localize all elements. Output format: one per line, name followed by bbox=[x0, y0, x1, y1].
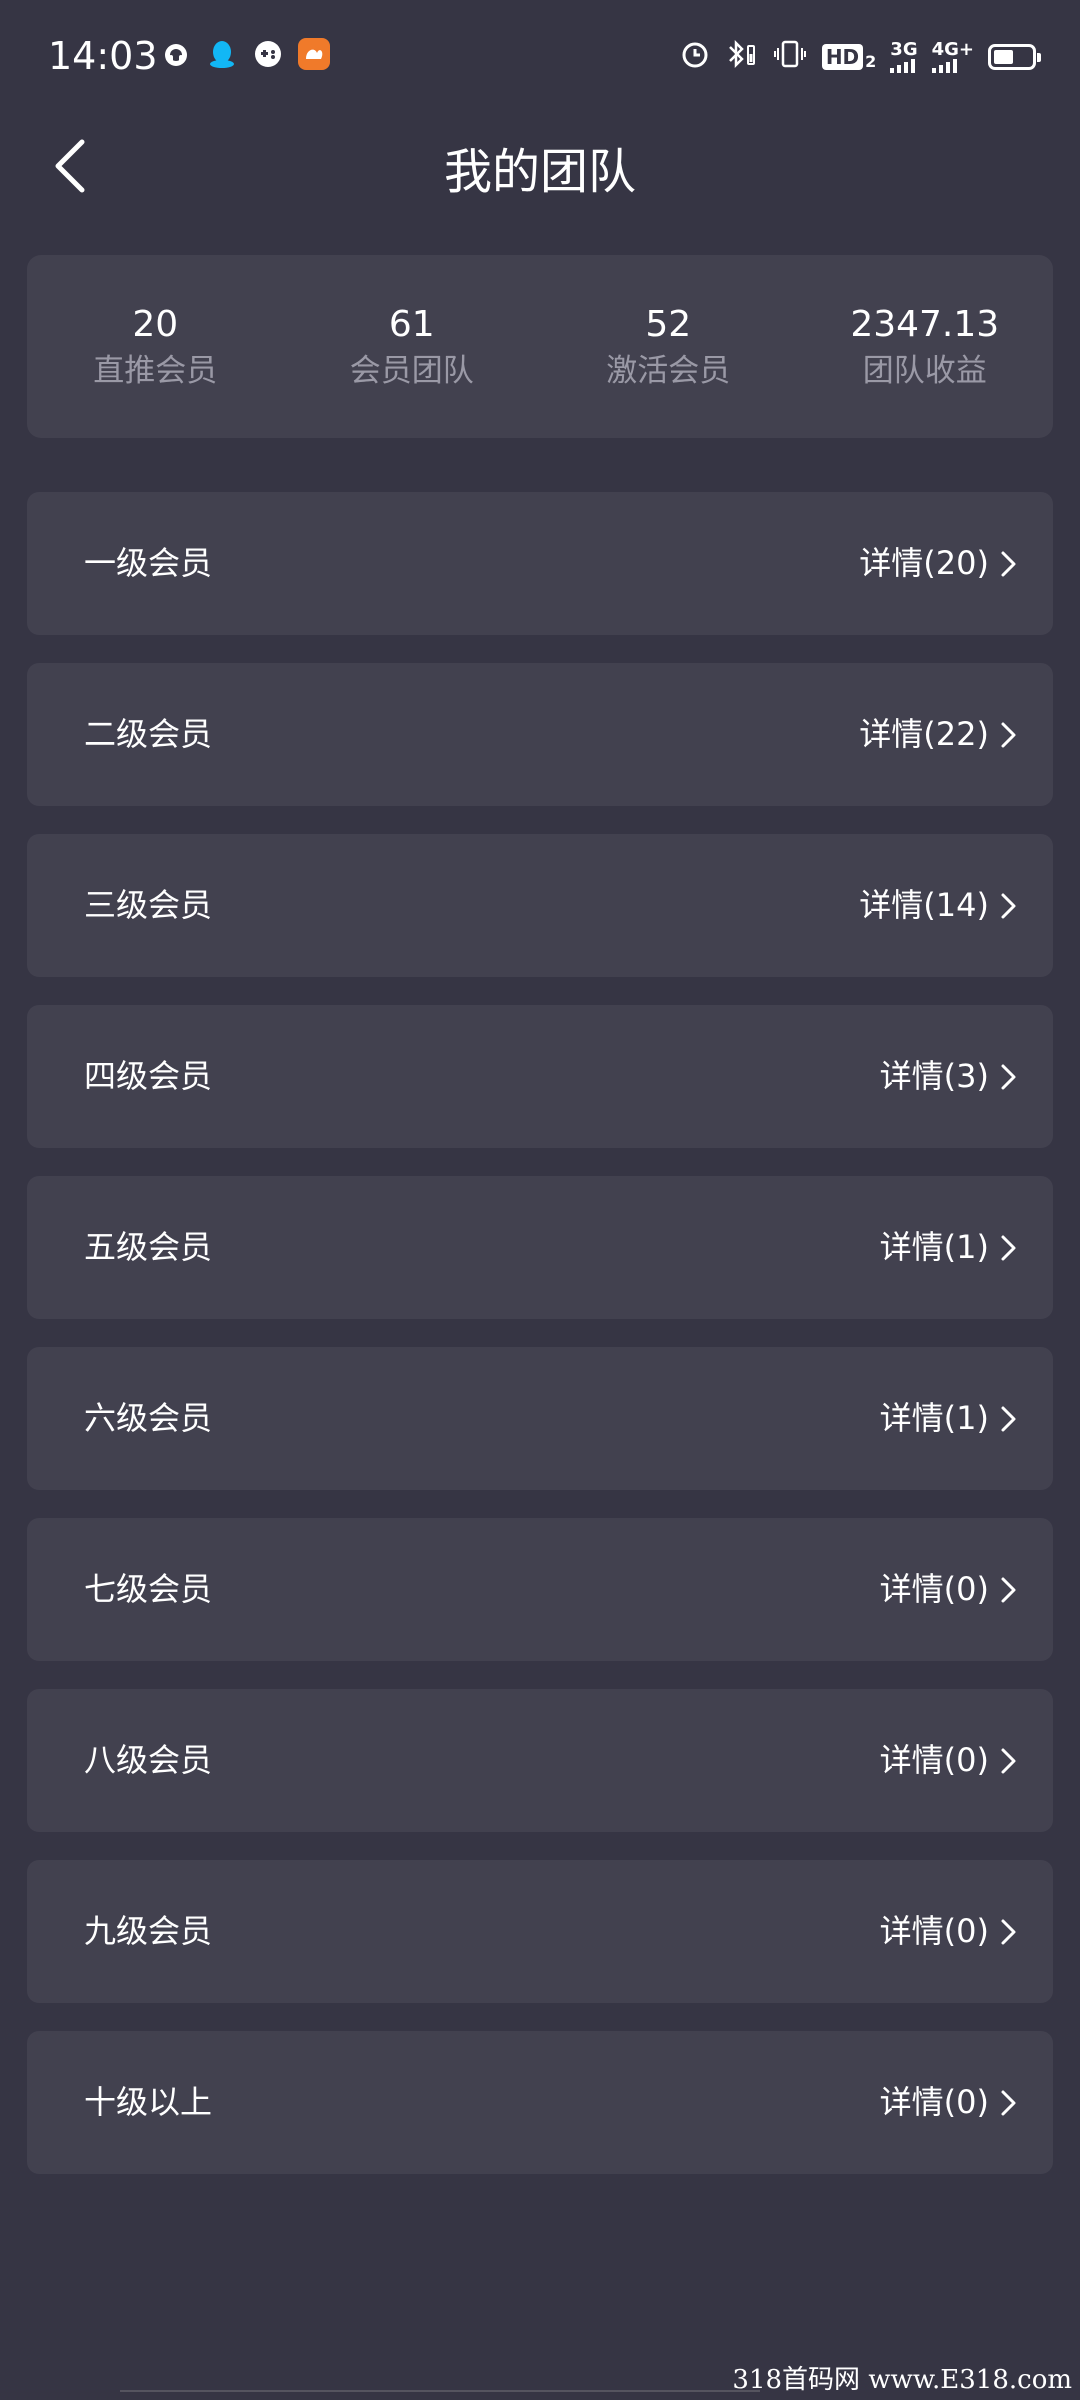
chevron-right-icon bbox=[1001, 1064, 1016, 1090]
signal-4g: 4G+ bbox=[931, 41, 974, 73]
headphone-app-icon bbox=[160, 38, 192, 70]
chevron-right-icon bbox=[1001, 1748, 1016, 1774]
chevron-right-icon bbox=[1001, 1919, 1016, 1945]
chevron-right-icon bbox=[1001, 2090, 1016, 2116]
level-row-4[interactable]: 四级会员 详情(3) bbox=[27, 1005, 1053, 1148]
chevron-right-icon bbox=[1001, 551, 1016, 577]
stat-label: 激活会员 bbox=[606, 352, 731, 389]
notification-icons bbox=[160, 38, 330, 70]
stat-value: 20 bbox=[132, 303, 179, 345]
level-row-8[interactable]: 八级会员 详情(0) bbox=[27, 1689, 1053, 1832]
chevron-right-icon bbox=[1001, 1235, 1016, 1261]
status-bar: 14:03 HD 2 3G 4G+ bbox=[0, 0, 1080, 116]
level-detail-link[interactable]: 详情(1) bbox=[880, 1176, 989, 1319]
stat-value: 2347.13 bbox=[850, 303, 1000, 345]
stat-label: 团队收益 bbox=[862, 352, 987, 389]
vibrate-icon bbox=[772, 39, 808, 75]
signal-bars-icon bbox=[890, 59, 916, 73]
stat-label: 直推会员 bbox=[93, 352, 218, 389]
level-detail-link[interactable]: 详情(0) bbox=[880, 2031, 989, 2174]
level-row-6[interactable]: 六级会员 详情(1) bbox=[27, 1347, 1053, 1490]
level-name: 四级会员 bbox=[84, 1057, 213, 1095]
hd-voice-icon: HD 2 bbox=[821, 44, 876, 70]
chevron-right-icon bbox=[1001, 893, 1016, 919]
stat-active-members: 52 激活会员 bbox=[540, 255, 797, 438]
level-name: 一级会员 bbox=[84, 544, 213, 582]
level-detail-link[interactable]: 详情(14) bbox=[859, 834, 989, 977]
stat-label: 会员团队 bbox=[349, 352, 474, 389]
level-name: 二级会员 bbox=[84, 715, 213, 753]
level-name: 三级会员 bbox=[84, 886, 213, 924]
level-name: 六级会员 bbox=[84, 1399, 213, 1437]
level-detail-link[interactable]: 详情(0) bbox=[880, 1518, 989, 1661]
level-name: 九级会员 bbox=[84, 1912, 213, 1950]
stat-direct-members: 20 直推会员 bbox=[27, 255, 284, 438]
my-team-page: 14:03 HD 2 3G 4G+ 我的团队 20 直推会员 61 会员团队 5… bbox=[0, 0, 1080, 2400]
level-detail-link[interactable]: 详情(3) bbox=[880, 1005, 989, 1148]
level-name: 八级会员 bbox=[84, 1741, 213, 1779]
game-controller-icon bbox=[252, 38, 284, 70]
page-title: 我的团队 bbox=[443, 144, 636, 200]
stat-team-members: 61 会员团队 bbox=[284, 255, 541, 438]
level-row-5[interactable]: 五级会员 详情(1) bbox=[27, 1176, 1053, 1319]
chevron-right-icon bbox=[1001, 722, 1016, 748]
level-detail-link[interactable]: 详情(1) bbox=[880, 1347, 989, 1490]
status-time: 14:03 bbox=[48, 34, 158, 78]
bluetooth-icon bbox=[724, 38, 758, 76]
level-row-9[interactable]: 九级会员 详情(0) bbox=[27, 1860, 1053, 2003]
level-row-2[interactable]: 二级会员 详情(22) bbox=[27, 663, 1053, 806]
chevron-right-icon bbox=[1001, 1406, 1016, 1432]
battery-icon bbox=[988, 44, 1041, 70]
level-detail-link[interactable]: 详情(0) bbox=[880, 1689, 989, 1832]
level-name: 五级会员 bbox=[84, 1228, 213, 1266]
team-stats-card: 20 直推会员 61 会员团队 52 激活会员 2347.13 团队收益 bbox=[27, 255, 1053, 438]
level-name: 七级会员 bbox=[84, 1570, 213, 1608]
level-detail-link[interactable]: 详情(22) bbox=[859, 663, 989, 806]
uc-browser-icon bbox=[298, 38, 330, 70]
level-detail-link[interactable]: 详情(0) bbox=[880, 1860, 989, 2003]
level-row-3[interactable]: 三级会员 详情(14) bbox=[27, 834, 1053, 977]
signal-3g: 3G bbox=[890, 41, 918, 73]
signal-bars-icon bbox=[931, 59, 957, 73]
header: 我的团队 bbox=[0, 116, 1080, 216]
level-name: 十级以上 bbox=[84, 2083, 213, 2121]
chevron-right-icon bbox=[1001, 1577, 1016, 1603]
system-status-icons: HD 2 3G 4G+ bbox=[680, 38, 1041, 76]
stat-team-earnings: 2347.13 团队收益 bbox=[797, 255, 1054, 438]
level-detail-link[interactable]: 详情(20) bbox=[859, 492, 989, 635]
qq-penguin-icon bbox=[206, 38, 238, 70]
watermark: 318首码网 www.E318.com bbox=[732, 2365, 1072, 2395]
stat-value: 61 bbox=[388, 303, 435, 345]
level-row-7[interactable]: 七级会员 详情(0) bbox=[27, 1518, 1053, 1661]
alarm-icon bbox=[680, 39, 710, 75]
bottom-gesture-bar bbox=[120, 2390, 760, 2400]
level-row-10-plus[interactable]: 十级以上 详情(0) bbox=[27, 2031, 1053, 2174]
member-level-list: 一级会员 详情(20) 二级会员 详情(22) 三级会员 详情(14) 四级会员… bbox=[27, 492, 1053, 2202]
stat-value: 52 bbox=[645, 303, 692, 345]
level-row-1[interactable]: 一级会员 详情(20) bbox=[27, 492, 1053, 635]
